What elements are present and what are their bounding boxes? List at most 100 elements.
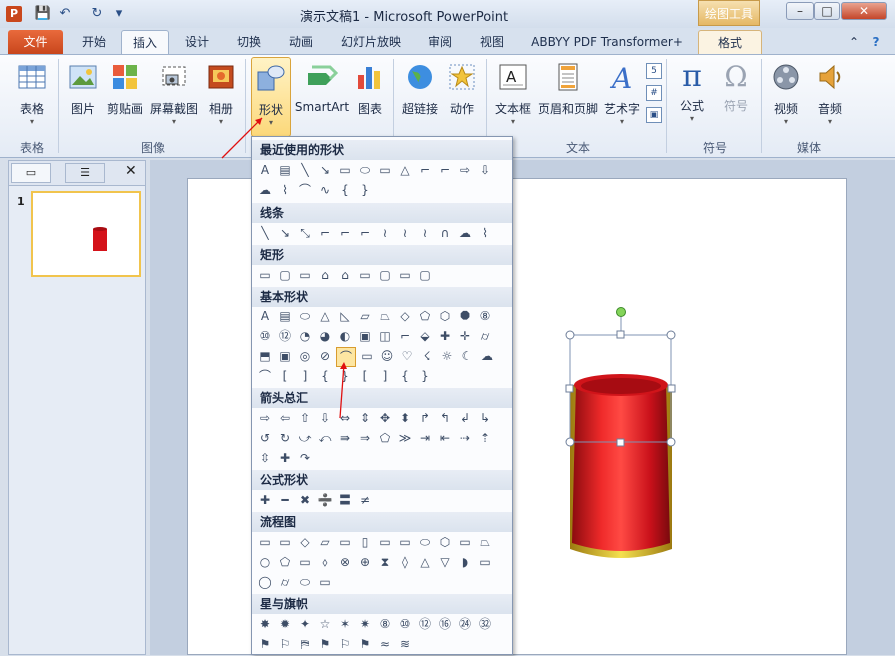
shape-item[interactable]: ✚ [256,491,274,509]
shape-item[interactable]: ⌐ [316,224,334,242]
shape-item[interactable]: ≠ [356,491,374,509]
shape-item[interactable]: ⬒ [256,347,274,365]
shape-item[interactable]: ∩ [436,224,454,242]
shape-item[interactable]: ⌂ [336,266,354,284]
shape-item[interactable]: ↰ [436,409,454,427]
shape-item[interactable]: ☁ [478,347,496,365]
shape-item[interactable]: ✚ [276,449,294,467]
shape-item[interactable]: ▭ [296,266,314,284]
clipart-button[interactable]: 剪贴画 [104,57,146,135]
shape-item[interactable]: ☾ [458,347,476,365]
shape-item[interactable]: ⌇ [276,181,294,199]
shape-item[interactable]: ✛ [456,327,474,345]
shape-item[interactable]: 〓 [336,491,354,509]
shape-item[interactable]: ━ [276,491,294,509]
shape-item[interactable]: ↱ [416,409,434,427]
shape-item[interactable]: ▱ [316,533,334,551]
shape-item[interactable]: ⌂ [316,266,334,284]
shape-item[interactable]: ╲ [296,161,314,179]
shape-item[interactable]: ⇢ [456,429,474,447]
tab-file[interactable]: 文件 [8,30,63,54]
shape-item[interactable]: ⌐ [336,224,354,242]
shape-item[interactable]: ▤ [276,307,294,325]
tab-design[interactable]: 设计 [175,30,219,54]
shape-item[interactable]: ⬠ [276,553,294,571]
slide-thumbnail[interactable] [31,191,141,277]
shape-item[interactable]: ◐ [336,327,354,345]
shape-item[interactable]: ⌐ [396,327,414,345]
slides-tab[interactable]: ▭ [11,163,51,183]
action-button[interactable]: 动作 [444,57,480,135]
undo-icon[interactable]: ↶ [56,5,74,23]
shape-item[interactable]: ◕ [316,327,334,345]
tab-insert[interactable]: 插入 [121,30,169,55]
shape-item[interactable]: ◇ [296,533,314,551]
shape-item[interactable]: ↘ [316,161,334,179]
shape-item[interactable]: ⤻ [296,429,314,447]
wordart-button[interactable]: A 艺术字 ▾ [602,57,642,135]
shape-item[interactable]: ⑩ [396,615,414,633]
shape-item[interactable]: ⬭ [416,533,434,551]
shape-item[interactable]: ▭ [456,533,474,551]
save-icon[interactable]: 💾 [34,5,52,23]
textbox-button[interactable]: A 文本框 ▾ [492,57,534,135]
minimize-button[interactable]: – [786,2,814,20]
shape-item[interactable]: ▭ [336,533,354,551]
tab-home[interactable]: 开始 [72,30,116,54]
shape-item[interactable]: ▱ [356,307,374,325]
shape-item[interactable]: ⑫ [416,615,434,633]
audio-button[interactable]: 音频 ▾ [810,57,850,135]
shape-item[interactable]: ⇳ [256,449,274,467]
shape-item[interactable]: ≀ [376,224,394,242]
shape-item[interactable]: ▭ [376,161,394,179]
shape-item[interactable]: ◯ [256,573,274,591]
shape-item[interactable]: ⤡ [296,224,314,242]
shape-item[interactable]: ⚐ [336,635,354,653]
shape-item[interactable]: ⇡ [476,429,494,447]
shape-item[interactable]: ⇩ [316,409,334,427]
shape-item[interactable]: ⬍ [396,409,414,427]
shape-item[interactable]: ○ [256,553,274,571]
shape-item[interactable]: ▤ [276,161,294,179]
shape-item[interactable]: ↷ [296,449,314,467]
picture-button[interactable]: 图片 [64,57,102,135]
shape-item[interactable]: ≈ [376,635,394,653]
smartart-button[interactable]: SmartArt [294,57,350,135]
tab-review[interactable]: 审阅 [418,30,462,54]
shape-item[interactable]: ⬡ [436,307,454,325]
shape-item[interactable]: ⌐ [356,224,374,242]
symbol-number-icon[interactable]: # [646,85,662,101]
shape-item[interactable]: ☇ [418,347,436,365]
shape-item[interactable]: △ [316,307,334,325]
shape-item[interactable]: ☆ [316,615,334,633]
shape-item[interactable]: ⚑ [316,635,334,653]
shape-item[interactable]: ▽ [436,553,454,571]
shape-item[interactable]: ◊ [396,553,414,571]
shape-item[interactable]: ▣ [356,327,374,345]
shape-item[interactable]: { [336,181,354,199]
shape-item[interactable]: ⇥ [416,429,434,447]
shape-item[interactable]: } [416,367,434,385]
shape-item[interactable]: ▭ [396,266,414,284]
shape-item[interactable]: ◺ [336,307,354,325]
slide-number-icon[interactable]: 5 [646,63,662,79]
shape-item[interactable]: ≀ [416,224,434,242]
shape-item[interactable]: ⬠ [376,429,394,447]
shape-item[interactable]: [ [276,367,294,385]
tab-view[interactable]: 视图 [470,30,514,54]
redo-icon[interactable]: ↻ [88,5,106,23]
shape-item[interactable]: { [396,367,414,385]
shape-item[interactable]: ⑩ [256,327,274,345]
shape-item[interactable]: ▭ [358,347,376,365]
shape-item[interactable]: ✸ [256,615,274,633]
shape-item[interactable]: ⊕ [356,553,374,571]
shape-item[interactable]: ⌒ [256,367,274,385]
shape-item[interactable]: ⌒ [296,181,314,199]
shape-item[interactable]: ➗ [316,491,334,509]
maximize-button[interactable]: □ [814,2,840,20]
tab-animations[interactable]: 动画 [279,30,323,54]
shape-item[interactable]: ≫ [396,429,414,447]
shape-item[interactable]: ∿ [316,181,334,199]
chart-button[interactable]: 图表 [352,57,388,135]
shape-item[interactable]: ▢ [276,266,294,284]
